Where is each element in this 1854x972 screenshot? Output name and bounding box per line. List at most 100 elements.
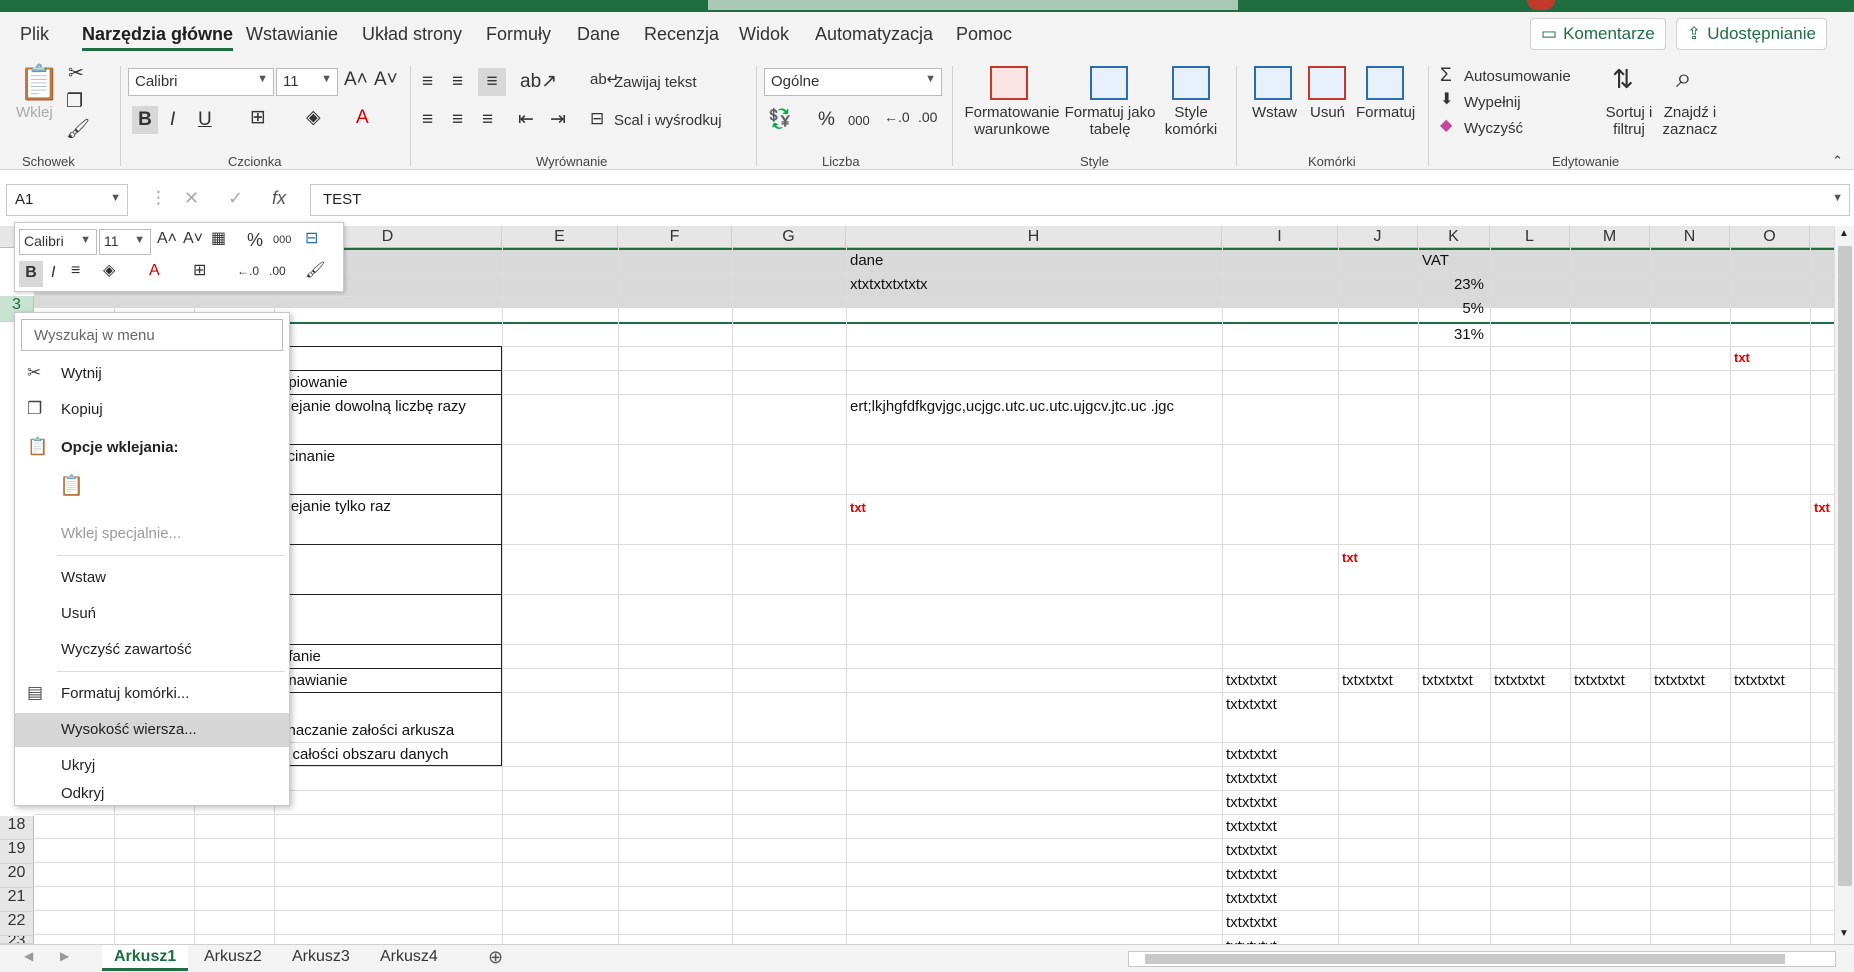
tab-dane[interactable]: Dane bbox=[577, 24, 620, 45]
align-bottom-icon[interactable]: ≡ bbox=[478, 68, 506, 96]
borders-icon[interactable]: ⊞ bbox=[250, 108, 266, 127]
cell-d7[interactable]: klejanie dowolną liczbę razy bbox=[280, 398, 466, 415]
cell-i14[interactable]: txtxtxtxt bbox=[1226, 672, 1277, 689]
cell-i18[interactable]: txtxtxtxt bbox=[1226, 794, 1277, 811]
cell-i15[interactable]: txtxtxtxt bbox=[1226, 696, 1277, 713]
cell-k2[interactable]: 23% bbox=[1418, 276, 1484, 293]
merge-center-icon[interactable]: ⊟ bbox=[590, 110, 604, 127]
cell-i21[interactable]: txtxtxtxt bbox=[1226, 866, 1277, 883]
number-format-combo[interactable]: Ogólne ▼ bbox=[764, 68, 942, 96]
copy-icon[interactable]: ❐ bbox=[66, 92, 83, 111]
collapse-ribbon-icon[interactable]: ⌃ bbox=[1832, 154, 1843, 167]
mini-font-name[interactable]: Calibri ▼ bbox=[19, 229, 97, 255]
column-header-n[interactable]: N bbox=[1650, 226, 1730, 248]
cell-k3[interactable]: 5% bbox=[1418, 300, 1484, 317]
cell-h7[interactable]: ert;lkjhgfdfkgvjgc,ucjgc.utc.uc.utc.ujgc… bbox=[850, 398, 1174, 415]
menu-item-delete[interactable]: Usuń bbox=[15, 597, 289, 631]
menu-item-copy[interactable]: ❐ Kopiuj bbox=[15, 393, 289, 427]
decrease-indent-icon[interactable]: ⇤ bbox=[518, 110, 534, 129]
comments-button[interactable]: ▭ Komentarze bbox=[1530, 18, 1666, 50]
increase-font-icon[interactable]: A˄ bbox=[157, 231, 177, 247]
fill-button[interactable]: Wypełnij bbox=[1464, 94, 1521, 111]
thousands-icon[interactable]: 000 bbox=[848, 114, 870, 127]
insert-cells-icon[interactable] bbox=[1254, 66, 1292, 100]
cell-i20[interactable]: txtxtxtxt bbox=[1226, 842, 1277, 859]
insert-function-icon[interactable]: fx bbox=[272, 188, 286, 209]
cell-i16[interactable]: txtxtxtxt bbox=[1226, 746, 1277, 763]
row-header-21[interactable]: 21 bbox=[0, 888, 34, 912]
sheet-tab-arkusz2[interactable]: Arkusz2 bbox=[192, 945, 274, 971]
increase-decimal-icon[interactable]: ←.0 bbox=[884, 110, 910, 124]
align-center-icon[interactable]: ≡ bbox=[71, 263, 80, 279]
cell-i22[interactable]: txtxtxtxt bbox=[1226, 890, 1277, 907]
cell-o14[interactable]: txtxtxtxt bbox=[1734, 672, 1785, 689]
sheet-tab-arkusz3[interactable]: Arkusz3 bbox=[280, 945, 362, 971]
cell-h9[interactable]: txt bbox=[850, 500, 866, 515]
enter-icon[interactable]: ✓ bbox=[228, 188, 243, 209]
increase-decimal-icon[interactable]: ←.0 bbox=[237, 265, 259, 277]
find-select-button[interactable]: Znajdź i zaznacz bbox=[1656, 104, 1724, 138]
cell-o5[interactable]: txt bbox=[1734, 350, 1750, 365]
cell-d6[interactable]: opiowanie bbox=[280, 374, 348, 391]
tab-uklad-strony[interactable]: Układ strony bbox=[362, 24, 462, 45]
horizontal-scrollbar[interactable] bbox=[1128, 951, 1836, 967]
increase-indent-icon[interactable]: ⇥ bbox=[550, 110, 566, 129]
column-header-i[interactable]: I bbox=[1222, 226, 1338, 248]
align-left-icon[interactable]: ≡ bbox=[422, 110, 433, 129]
cell-l14[interactable]: txtxtxtxt bbox=[1494, 672, 1545, 689]
tab-recenzja[interactable]: Recenzja bbox=[644, 24, 719, 45]
sheet-tab-arkusz1[interactable]: Arkusz1 bbox=[102, 945, 189, 971]
delete-cells-button[interactable]: Usuń bbox=[1310, 104, 1345, 121]
fill-icon[interactable]: ⬇ bbox=[1440, 92, 1453, 108]
menu-item-unhide[interactable]: Odkryj bbox=[15, 783, 289, 805]
scroll-up-icon[interactable]: ▲ bbox=[1839, 228, 1849, 239]
fill-color-icon[interactable]: ◈ bbox=[103, 263, 115, 279]
column-header-k[interactable]: K bbox=[1418, 226, 1490, 248]
decrease-font-icon[interactable]: A˅ bbox=[374, 70, 398, 89]
row-header-18[interactable]: 18 bbox=[0, 816, 34, 840]
format-as-table-button[interactable]: Formatuj jako tabelę bbox=[1060, 104, 1160, 138]
row-header-20[interactable]: 20 bbox=[0, 864, 34, 888]
paste-label[interactable]: Wklej bbox=[16, 104, 53, 121]
sheet-next-icon[interactable]: ▶ bbox=[60, 949, 69, 963]
conditional-formatting-icon[interactable] bbox=[990, 66, 1028, 100]
font-color-icon[interactable]: A bbox=[149, 263, 160, 279]
cell-styles-button[interactable]: Style komórki bbox=[1160, 104, 1222, 138]
column-header-m[interactable]: M bbox=[1570, 226, 1650, 248]
cell-i17[interactable]: txtxtxtxt bbox=[1226, 770, 1277, 787]
decrease-decimal-icon[interactable]: .00 bbox=[269, 265, 286, 277]
italic-icon[interactable]: I bbox=[51, 265, 55, 281]
menu-item-insert[interactable]: Wstaw bbox=[15, 561, 289, 595]
cell-j10[interactable]: txt bbox=[1342, 550, 1358, 565]
clear-icon[interactable]: ◆ bbox=[1440, 118, 1452, 134]
scrollbar-thumb[interactable] bbox=[1838, 246, 1852, 886]
vertical-scrollbar[interactable]: ▲ ▼ bbox=[1834, 226, 1854, 944]
orientation-icon[interactable]: ab↗ bbox=[520, 72, 557, 91]
name-box[interactable]: A1 ▼ bbox=[6, 184, 128, 216]
percent-icon[interactable]: % bbox=[818, 110, 835, 129]
row-header-22[interactable]: 22 bbox=[0, 912, 34, 936]
percent-icon[interactable]: % bbox=[247, 231, 263, 249]
column-header-g[interactable]: G bbox=[732, 226, 846, 248]
menu-item-cut[interactable]: ✂ Wytnij bbox=[15, 357, 289, 391]
cell-k1[interactable]: VAT bbox=[1422, 252, 1449, 269]
menu-item-paste-special[interactable]: Wklej specjalnie... bbox=[15, 517, 289, 551]
cell-j14[interactable]: txtxtxtxt bbox=[1342, 672, 1393, 689]
cell-d16b[interactable]: b całości obszaru danych bbox=[280, 746, 448, 763]
cell-i23[interactable]: txtxtxtxt bbox=[1226, 914, 1277, 931]
column-header-h[interactable]: H bbox=[846, 226, 1222, 248]
cell-i19[interactable]: txtxtxtxt bbox=[1226, 818, 1277, 835]
bold-icon[interactable]: B bbox=[132, 106, 158, 134]
sort-filter-button[interactable]: Sortuj i filtruj bbox=[1602, 104, 1656, 138]
format-cells-button[interactable]: Formatuj bbox=[1356, 104, 1415, 121]
font-size-combo[interactable]: 11 ▼ bbox=[276, 68, 338, 96]
menu-item-clear-contents[interactable]: Wyczyść zawartość bbox=[15, 633, 289, 667]
sheet-prev-icon[interactable]: ◀ bbox=[24, 949, 33, 963]
menu-item-row-height[interactable]: Wysokość wiersza... bbox=[15, 713, 289, 747]
autosum-button[interactable]: Autosumowanie bbox=[1464, 68, 1571, 85]
format-cells-icon[interactable] bbox=[1366, 66, 1404, 100]
cell-h2[interactable]: xtxtxtxtxtxtx bbox=[850, 276, 928, 293]
column-header-o[interactable]: O bbox=[1730, 226, 1810, 248]
cell-k14[interactable]: txtxtxtxt bbox=[1422, 672, 1473, 689]
cell-d14[interactable]: onawianie bbox=[280, 672, 348, 689]
